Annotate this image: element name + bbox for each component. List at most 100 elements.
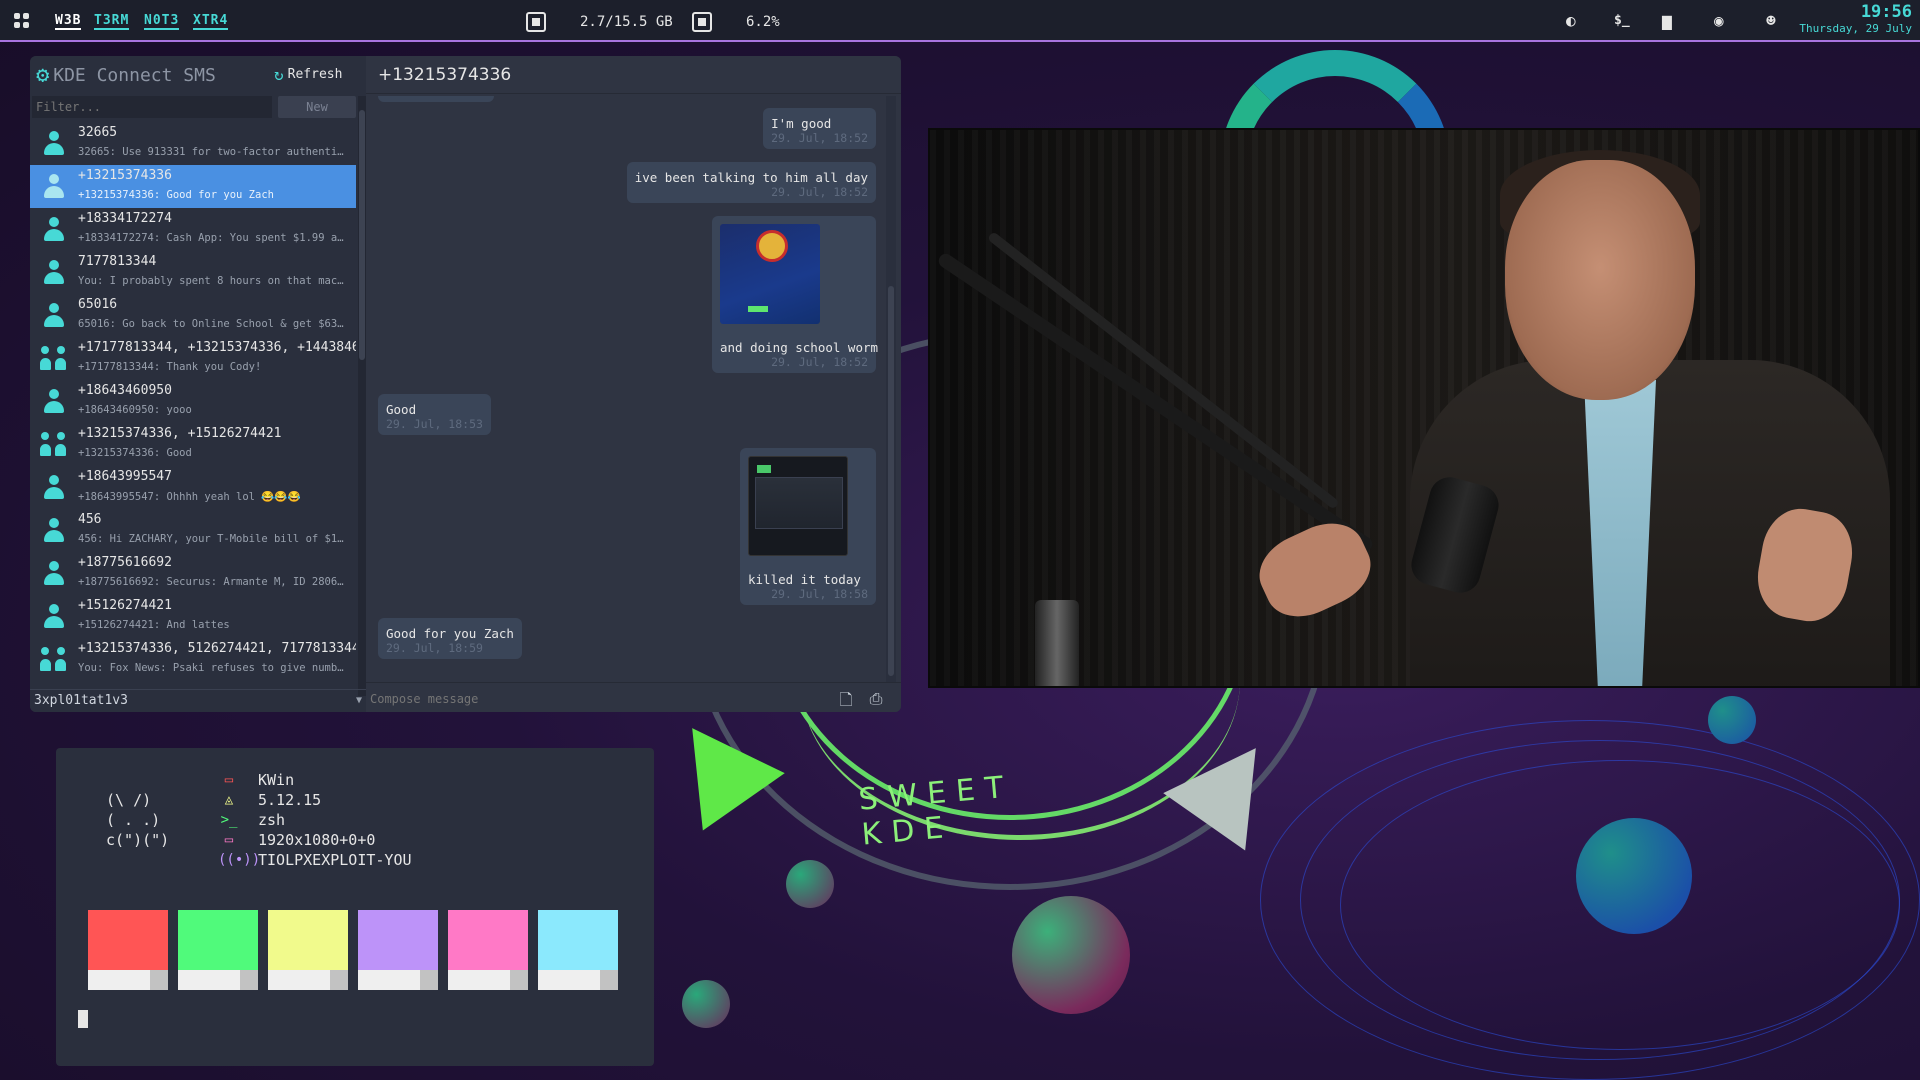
message-date: 29. Jul, 18:53 (386, 417, 483, 431)
compose-input[interactable] (370, 689, 820, 709)
message-bubble (378, 96, 494, 102)
contact-avatar-icon (40, 259, 68, 287)
info-row-version: ◬ 5.12.15 (218, 790, 412, 810)
terminal-window[interactable]: (\ /) ( . .) c(")(") ▭ KWin ◬ 5.12.15 >_… (56, 748, 654, 1066)
conversation-item[interactable]: 7177813344 You: I probably spent 8 hours … (30, 251, 356, 294)
conversation-name: +18775616692 (78, 555, 172, 570)
conversation-item[interactable]: +13215374336, 5126274421, 7177813344 You:… (30, 638, 356, 681)
resolution-value: 1920x1080+0+0 (258, 831, 376, 849)
group-avatar-icon (40, 431, 68, 459)
antenna-icon: ((•)) (218, 852, 261, 868)
message-scrollbar[interactable] (886, 96, 896, 682)
contact-avatar-icon (40, 474, 68, 502)
video-frame (1505, 160, 1695, 400)
conversation-item[interactable]: 32665 32665: Use 913331 for two-factor au… (30, 122, 356, 165)
conversation-item[interactable]: +18643460950 +18643460950: yooo (30, 380, 356, 423)
message-text: I'm good (771, 116, 832, 131)
clock-date: Thursday, 29 July (1799, 22, 1912, 35)
attachment-image[interactable] (720, 224, 820, 324)
kde-connect-sms-window: ⚙ KDE Connect SMS ↻ Refresh New 32665326… (30, 56, 901, 712)
conversation-name: +13215374336, +15126274421 (78, 426, 282, 441)
top-panel: W3B T3RM N0T3 XTR4 2.7/15.5 GB 6.2% ◐ $_… (0, 0, 1920, 42)
message-text: ive been talking to him all day (634, 170, 868, 185)
night-color-icon[interactable]: ◐ (1566, 11, 1576, 30)
video-player[interactable] (928, 128, 1920, 688)
color-swatch (358, 910, 438, 990)
chevron-down-icon: ▼ (355, 695, 362, 706)
conversation-preview: +18334172274: Cash App: You spent $1.99 … (78, 232, 348, 244)
clock[interactable]: 19:56 Thursday, 29 July (1799, 2, 1912, 35)
conversation-preview: 32665: Use 913331 for two-factor authent… (78, 146, 348, 158)
conversation-item[interactable]: +18334172274 +18334172274: Cash App: You … (30, 208, 356, 251)
wallpaper-ball (1708, 696, 1756, 744)
wallpaper-ball (786, 860, 834, 908)
info-row-shell: >_ zsh (218, 810, 412, 830)
github-icon[interactable]: ☻ (1766, 11, 1776, 30)
workspace-tab-web[interactable]: W3B (55, 13, 82, 30)
conversation-item[interactable]: +18775616692 +18775616692: Securus: Arman… (30, 552, 356, 595)
workspace-tab-note[interactable]: N0T3 (144, 13, 180, 30)
conversation-item[interactable]: +15126274421 +15126274421: And lattes (30, 595, 356, 638)
color-swatch (538, 910, 618, 990)
message-pane: +13215374336 I'm good 29. Jul, 18:52 ive… (366, 56, 901, 712)
conversation-name: 32665 (78, 125, 118, 140)
conversation-title: +13215374336 (366, 56, 901, 94)
terminal-icon[interactable]: $_ (1614, 13, 1630, 28)
conversation-name: +18334172274 (78, 211, 172, 226)
conversation-item[interactable]: 456 456: Hi ZACHARY, your T-Mobile bill o… (30, 509, 356, 552)
refresh-button[interactable]: ↻ Refresh (274, 65, 342, 84)
conversation-item[interactable]: +18643995547 +18643995547: Ohhhh yeah lol… (30, 466, 356, 509)
conversation-name: +13215374336 (78, 168, 172, 183)
conversation-item[interactable]: 65016 65016: Go back to Online School & g… (30, 294, 356, 337)
conversation-preview: +13215374336: Good for you Zach (78, 189, 274, 201)
filter-input[interactable] (32, 96, 272, 118)
conversation-item[interactable]: +13215374336, +15126274421 +13215374336: … (30, 423, 356, 466)
conversation-pane: ⚙ KDE Connect SMS ↻ Refresh New 32665326… (30, 56, 366, 712)
workspace-tab-term[interactable]: T3RM (94, 13, 130, 30)
system-info: ▭ KWin ◬ 5.12.15 >_ zsh ▭ 1920x1080+0+0 … (218, 770, 412, 870)
wallpaper-text: SWEET KDE (857, 769, 1015, 853)
device-name: 3xpl01tat1v3 (34, 693, 128, 708)
new-conversation-button[interactable]: New (278, 96, 356, 118)
folder-icon[interactable]: ▆ (1662, 11, 1672, 30)
workspace-tab-extra[interactable]: XTR4 (193, 13, 229, 30)
compose-bar: 🗋 ⎙ (366, 682, 901, 712)
scrollbar-thumb[interactable] (359, 110, 365, 360)
contact-avatar-icon (40, 216, 68, 244)
app-launcher-icon[interactable] (14, 13, 30, 29)
refresh-label: Refresh (287, 67, 343, 82)
message-date: 29. Jul, 18:52 (771, 185, 868, 199)
reddit-icon[interactable]: ◉ (1714, 11, 1724, 30)
wallpaper-ball (1576, 818, 1692, 934)
message-list: I'm good 29. Jul, 18:52 ive been talking… (366, 96, 886, 682)
color-swatch (268, 910, 348, 990)
message-date: 29. Jul, 18:59 (386, 641, 483, 655)
device-selector[interactable]: 3xpl01tat1v3 ▼ (30, 689, 366, 711)
wallpaper-ball (1012, 896, 1130, 1014)
conversation-preview: +18775616692: Securus: Armante M, ID 280… (78, 576, 348, 588)
conversation-name: +13215374336, 5126274421, 7177813344 (78, 641, 356, 656)
scrollbar-thumb[interactable] (888, 286, 894, 676)
color-swatch (448, 910, 528, 990)
memory-chip-icon (526, 12, 546, 32)
window-manager-icon: ▭ (224, 772, 234, 788)
conversation-scrollbar[interactable] (358, 96, 366, 696)
contact-avatar-icon (40, 388, 68, 416)
conversation-item[interactable]: +13215374336 +13215374336: Good for you Z… (30, 165, 356, 208)
version-value: 5.12.15 (258, 791, 322, 809)
conversation-preview: 65016: Go back to Online School & get $6… (78, 318, 348, 330)
info-row-resolution: ▭ 1920x1080+0+0 (218, 830, 412, 850)
version-icon: ◬ (224, 792, 234, 808)
send-icon[interactable]: ⎙ (866, 689, 886, 709)
contact-avatar-icon (40, 302, 68, 330)
conversation-preview: You: I probably spent 8 hours on that ma… (78, 275, 348, 287)
shell-value: zsh (258, 811, 286, 829)
contact-avatar-icon (40, 173, 68, 201)
conversation-item[interactable]: +17177813344, +13215374336, +14438461...… (30, 337, 356, 380)
color-swatch (178, 910, 258, 990)
color-swatches (88, 910, 618, 990)
attach-file-icon[interactable]: 🗋 (836, 689, 856, 709)
video-frame (1035, 600, 1079, 686)
attachment-image[interactable] (748, 456, 848, 556)
conversation-preview: +18643995547: Ohhhh yeah lol 😂😂😂 (78, 491, 301, 503)
